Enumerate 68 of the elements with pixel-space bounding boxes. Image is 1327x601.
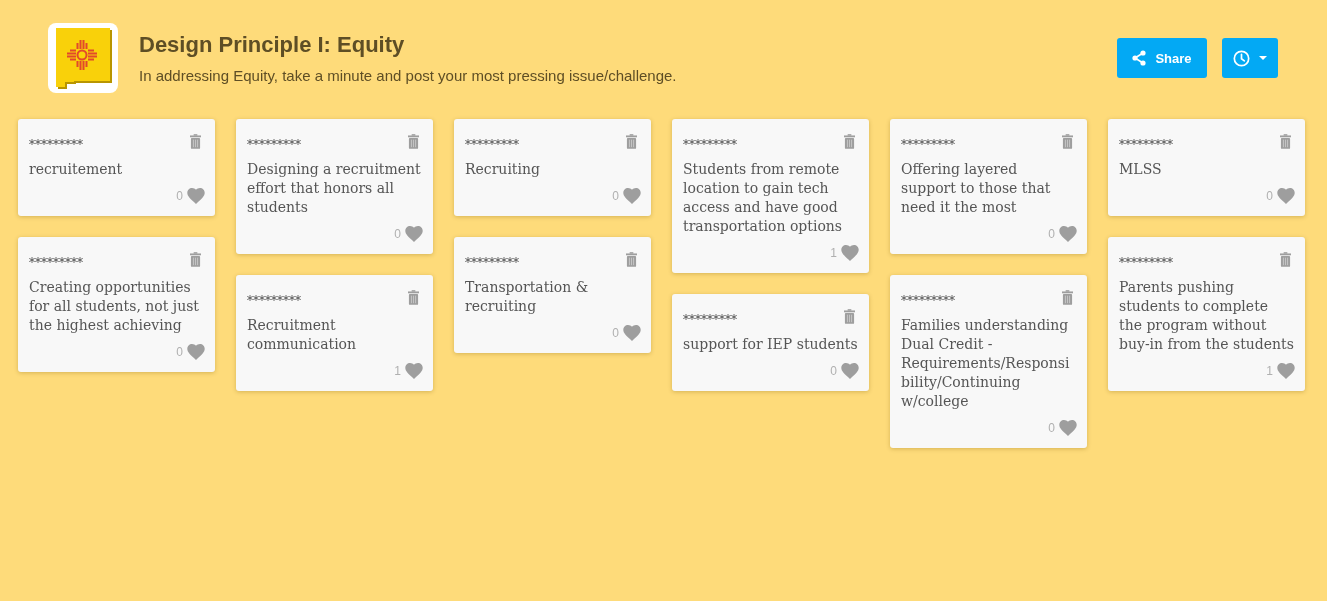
author-name: ********* (29, 256, 83, 270)
author-name: ********* (901, 138, 955, 152)
trash-icon[interactable] (408, 290, 419, 305)
heart-icon[interactable] (623, 188, 641, 204)
sun-emblem-icon (48, 23, 118, 93)
like-count: 1 (830, 246, 837, 260)
author-name: ********* (465, 256, 519, 270)
post-text: recruitement (29, 160, 124, 179)
author-name: ********* (683, 138, 737, 152)
like-count: 0 (1048, 421, 1055, 435)
trash-icon[interactable] (190, 134, 201, 149)
post-text: Recruiting (465, 160, 541, 179)
author-name: ********* (247, 138, 301, 152)
board-description: In addressing Equity, take a minute and post your most pressing issue/challenge. (139, 66, 678, 86)
post-text: Designing a recruitment effort that honors all students (247, 160, 422, 217)
heart-icon[interactable] (841, 245, 859, 261)
trash-icon[interactable] (844, 134, 855, 149)
caret-icon (1259, 56, 1267, 60)
author-name: ********* (683, 313, 737, 327)
clock-icon (1233, 49, 1250, 67)
post-text: Transportation & recruiting (465, 278, 590, 316)
history-button[interactable] (1222, 38, 1278, 78)
author-name: ********* (901, 294, 955, 308)
heart-icon[interactable] (405, 363, 423, 379)
like-count: 0 (176, 189, 183, 203)
like-count: 1 (394, 364, 401, 378)
trash-icon[interactable] (626, 134, 637, 149)
post-text: Creating opportunities for all students, not just the highest achieving (29, 278, 200, 335)
post-text: Offering layered support to those that need it the most (901, 160, 1052, 217)
post-text: Parents pushing students to complete the program without buy-in from the students (1119, 278, 1294, 354)
heart-icon[interactable] (1059, 420, 1077, 436)
trash-icon[interactable] (1280, 252, 1291, 267)
post-text: Students from remote location to gain tech access and have good transportation options (683, 160, 844, 236)
heart-icon[interactable] (623, 325, 641, 341)
trash-icon[interactable] (1280, 134, 1291, 149)
share-icon (1132, 50, 1147, 66)
board-title: Design Principle I: Equity (139, 32, 406, 58)
like-count: 0 (612, 326, 619, 340)
post-text: support for IEP students (683, 335, 858, 354)
like-count: 0 (612, 189, 619, 203)
trash-icon[interactable] (844, 309, 855, 324)
post-text: Families understanding Dual Credit - Requirements/Responsibility/Continuing w/college (901, 316, 1071, 411)
author-name: ********* (465, 138, 519, 152)
like-count: 0 (1048, 227, 1055, 241)
post-text: MLSS (1119, 160, 1163, 179)
post-text: Recruitment communication (247, 316, 358, 354)
heart-icon[interactable] (405, 226, 423, 242)
like-count: 0 (1266, 189, 1273, 203)
like-count: 0 (176, 345, 183, 359)
heart-icon[interactable] (1277, 188, 1295, 204)
trash-icon[interactable] (626, 252, 637, 267)
heart-icon[interactable] (1277, 363, 1295, 379)
heart-icon[interactable] (187, 188, 205, 204)
like-count: 0 (830, 364, 837, 378)
heart-icon[interactable] (187, 344, 205, 360)
trash-icon[interactable] (408, 134, 419, 149)
heart-icon[interactable] (841, 363, 859, 379)
trash-icon[interactable] (190, 252, 201, 267)
like-count: 0 (394, 227, 401, 241)
author-name: ********* (1119, 138, 1173, 152)
heart-icon[interactable] (1059, 226, 1077, 242)
share-button[interactable]: Share (1117, 38, 1207, 78)
trash-icon[interactable] (1062, 290, 1073, 305)
author-name: ********* (247, 294, 301, 308)
author-name: ********* (29, 138, 83, 152)
author-name: ********* (1119, 256, 1173, 270)
trash-icon[interactable] (1062, 134, 1073, 149)
like-count: 1 (1266, 364, 1273, 378)
